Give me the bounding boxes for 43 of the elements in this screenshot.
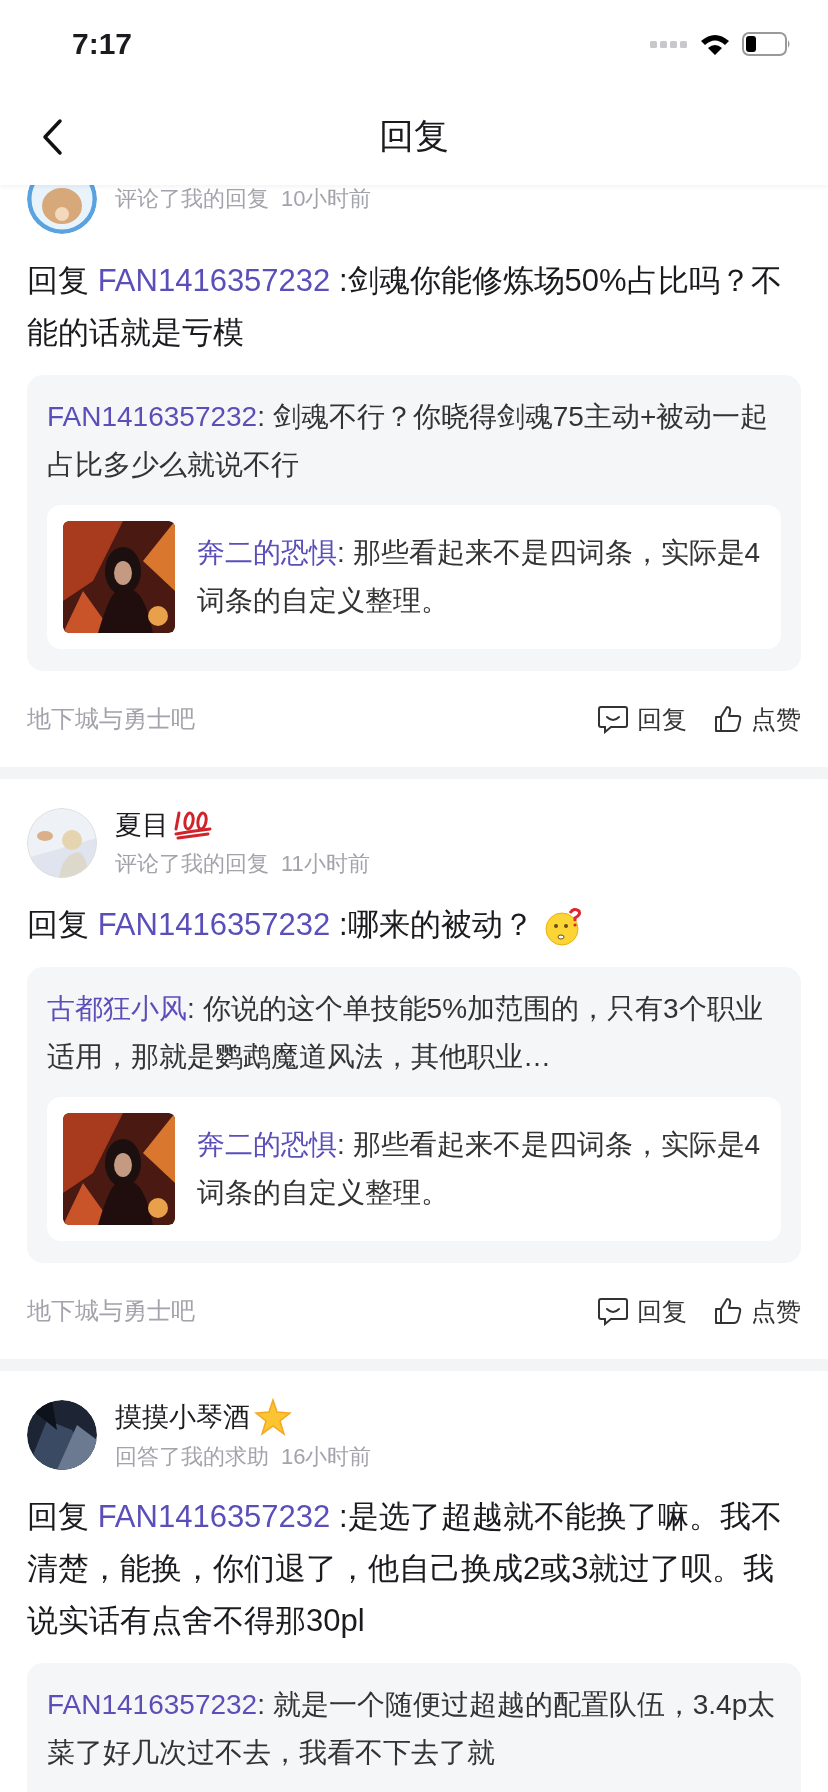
user-name[interactable]: 摸摸小琴酒 (115, 1399, 250, 1435)
speech-bubble-icon (597, 704, 629, 734)
original-post-text: 奔二的恐惧: 那些看起来不是四词条，实际是4词条的自定义整理。 (197, 1128, 762, 1210)
thumbs-up-icon (713, 704, 743, 734)
user-link[interactable]: FAN1416357232 (47, 401, 258, 432)
action-text: 回答了我的求助 (115, 1443, 269, 1471)
reply-button[interactable]: 回复 (597, 1294, 687, 1328)
action-text: 评论了我的回复 (115, 850, 269, 878)
status-time: 7:17 (72, 27, 133, 61)
user-link[interactable]: FAN1416357232 (97, 1499, 331, 1534)
user-link[interactable]: 古都狂小风 (47, 993, 187, 1024)
reply-text: 回复 FAN1416357232 :剑魂你能修炼场50%占比吗？不能的话就是亏模 (27, 263, 782, 350)
timestamp: 11小时前 (281, 850, 370, 878)
signal-icon (650, 39, 688, 49)
timestamp: 10小时前 (281, 185, 372, 213)
like-button[interactable]: 点赞 (713, 702, 801, 736)
reply-text: 回复 FAN1416357232 :是选了超越就不能换了嘛。我不清楚，能换，你们退了，他自己换成2或3就过了呗。我说实话有点舍不得那30pl (27, 1499, 782, 1638)
puzzled-face-icon (543, 906, 584, 947)
quoted-text: 古都狂小风: 你说的这个单技能5%加范围的，只有3个职业适用，那就是鹦鹉魔道风法，其他职业… (47, 992, 764, 1074)
user-link[interactable]: 奔二的恐惧 (197, 1129, 337, 1160)
page-title: 回复 (379, 115, 449, 157)
user-name[interactable]: 夏目 (115, 807, 169, 843)
back-button[interactable] (40, 118, 64, 156)
speech-bubble-icon (597, 1296, 629, 1326)
original-post-card[interactable]: 奔二的恐惧: 那些看起来不是四词条，实际是4词条的自定义整理。 (47, 1097, 781, 1241)
user-link[interactable]: FAN1416357232 (97, 907, 331, 942)
hundred-points-icon (173, 809, 213, 841)
user-link[interactable]: FAN1416357232 (97, 263, 331, 298)
user-link[interactable]: 奔二的恐惧 (197, 537, 337, 568)
original-post-text: 奔二的恐惧: 那些看起来不是四词条，实际是4词条的自定义整理。 (197, 536, 762, 618)
thumbs-up-icon (713, 1296, 743, 1326)
reply-text: 回复 FAN1416357232 :哪来的被动？ (27, 907, 534, 942)
timestamp: 16小时前 (281, 1443, 372, 1471)
quoted-text: FAN1416357232: 剑魂不行？你晓得剑魂75主动+被动一起占比多少么就说不行 (47, 400, 770, 482)
wifi-icon (700, 33, 730, 55)
quoted-text: FAN1416357232: 就是一个随便过超越的配置队伍，3.4p太菜了好几次过不去，我看不下去了就 (47, 1688, 777, 1770)
original-post-card[interactable]: 奔二的恐惧: 那些看起来不是四词条，实际是4词条的自定义整理。 (47, 505, 781, 649)
like-button[interactable]: 点赞 (713, 1294, 801, 1328)
user-link[interactable]: FAN1416357232 (47, 1689, 258, 1720)
action-text: 评论了我的回复 (115, 185, 269, 213)
battery-icon (742, 32, 792, 56)
star-icon (254, 1398, 292, 1436)
reply-button[interactable]: 回复 (597, 702, 687, 736)
